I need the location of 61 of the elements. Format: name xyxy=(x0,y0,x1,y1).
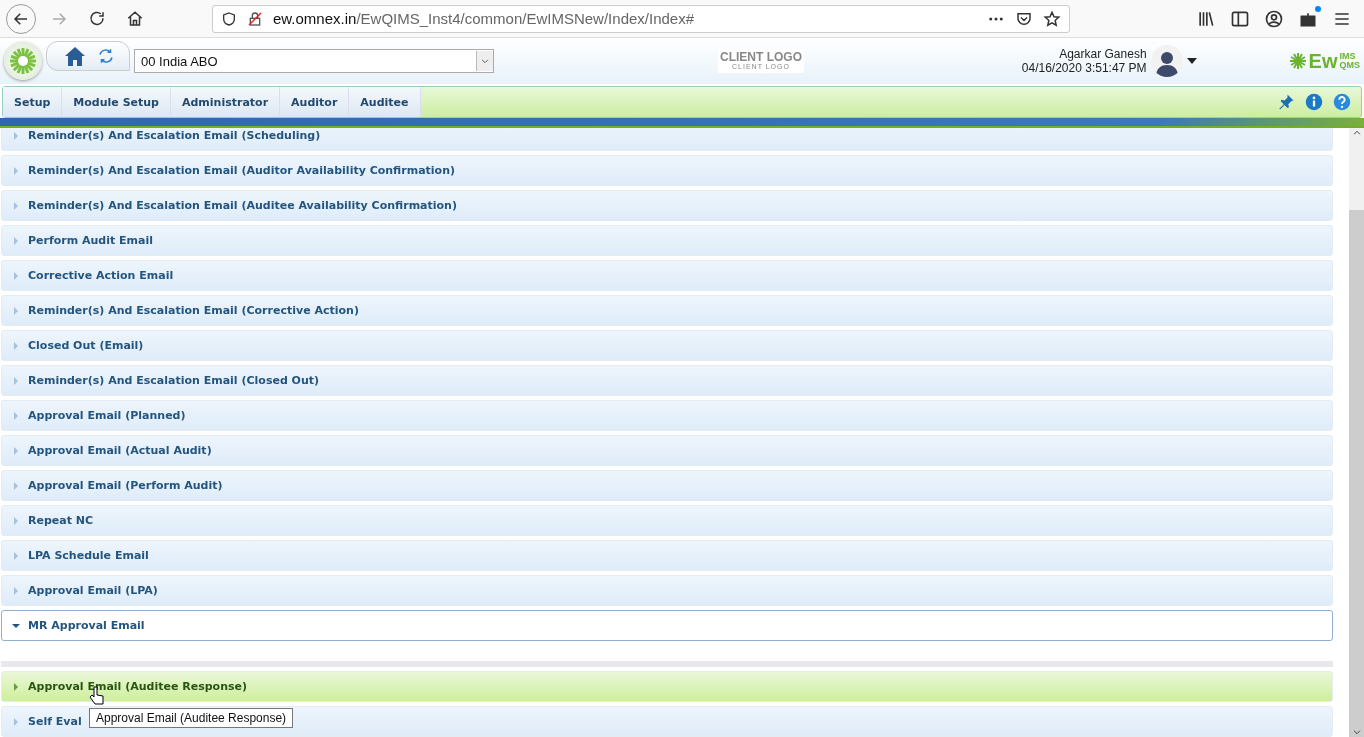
accordion-header[interactable]: Approval Email (Auditee Response) xyxy=(1,671,1333,702)
caret-right-icon xyxy=(12,446,20,455)
scrollbar[interactable] xyxy=(1349,128,1364,737)
home-icon[interactable] xyxy=(63,45,87,67)
caret-right-icon xyxy=(12,166,20,175)
nav-menu-item[interactable]: Auditee xyxy=(349,87,421,117)
caret-right-icon xyxy=(12,271,20,280)
accordion-header[interactable]: Reminder(s) And Escalation Email (Corrective Action) xyxy=(1,295,1333,326)
caret-icon[interactable] xyxy=(1186,58,1197,64)
caret-right-icon xyxy=(12,551,20,560)
user-avatar[interactable] xyxy=(1150,45,1183,77)
url-text: ew.omnex.in/EwQIMS_Inst4/common/EwIMSNew/Index/Index# xyxy=(273,10,696,27)
user-name: Agarkar Ganesh xyxy=(1059,47,1147,61)
nav-menu-item[interactable]: Module Setup xyxy=(62,87,171,117)
refresh-icon[interactable] xyxy=(97,47,115,65)
accordion-header[interactable]: Reminder(s) And Escalation Email (Auditee Availability Confirmation) xyxy=(1,190,1333,221)
tooltip: Approval Email (Auditee Response) xyxy=(89,708,294,728)
accordion-header[interactable]: MR Approval Email xyxy=(1,610,1333,641)
pin-icon[interactable] xyxy=(1277,93,1295,111)
caret-right-icon xyxy=(12,236,20,245)
date-time: 04/16/2020 3:51:47 PM xyxy=(1021,61,1147,75)
accordion-header[interactable]: Approval Email (Planned) xyxy=(1,400,1333,431)
account-icon[interactable] xyxy=(1264,8,1284,29)
nav-menu-item[interactable]: Administrator xyxy=(171,87,281,117)
lock-icon xyxy=(247,10,263,27)
accordion-header[interactable]: Reminder(s) And Escalation Email (Scheduling) xyxy=(1,128,1333,151)
accordion-header[interactable]: Reminder(s) And Escalation Email (Closed Out) xyxy=(1,365,1333,396)
shield-icon xyxy=(221,10,237,27)
caret-right-icon xyxy=(12,131,20,140)
info-icon[interactable] xyxy=(1305,93,1323,111)
caret-right-icon xyxy=(12,717,20,726)
caret-right-icon xyxy=(12,481,20,490)
scroll-up-icon[interactable] xyxy=(1351,128,1362,138)
accordion-header[interactable]: Approval Email (Perform Audit) xyxy=(1,470,1333,501)
star-icon[interactable] xyxy=(1043,9,1061,28)
accordion-header[interactable]: LPA Schedule Email xyxy=(1,540,1333,571)
home-icon xyxy=(126,9,144,28)
reload-icon xyxy=(88,9,106,28)
caret-right-icon xyxy=(12,411,20,420)
nav-menu-item[interactable]: Auditor xyxy=(280,87,350,117)
accordion-header[interactable]: Corrective Action Email xyxy=(1,260,1333,291)
accordion-header[interactable]: Repeat NC xyxy=(1,505,1333,536)
caret-right-icon xyxy=(12,516,20,525)
caret-right-icon xyxy=(12,341,20,350)
caret-right-icon xyxy=(12,306,20,315)
accordion-header[interactable]: Approval Email (LPA) xyxy=(1,575,1333,606)
site-select[interactable]: 00 India ABO xyxy=(134,49,494,73)
caret-right-icon xyxy=(12,682,20,691)
caret-down-icon xyxy=(12,621,20,630)
scroll-down-icon[interactable] xyxy=(1351,727,1362,737)
accordion-header[interactable]: Approval Email (Actual Audit) xyxy=(1,435,1333,466)
nav-menu-item[interactable]: Setup xyxy=(3,87,63,117)
address-bar[interactable]: ew.omnex.in/EwQIMS_Inst4/common/EwIMSNew/Index/Index# xyxy=(212,4,1070,33)
accordion-header[interactable]: Reminder(s) And Escalation Email (Auditor Availability Confirmation) xyxy=(1,155,1333,186)
accordion-header[interactable]: Perform Audit Email xyxy=(1,225,1333,256)
chevron-down-icon xyxy=(480,56,490,66)
caret-right-icon xyxy=(12,586,20,595)
caret-right-icon xyxy=(12,201,20,210)
accordion-header[interactable]: Closed Out (Email) xyxy=(1,330,1333,361)
help-icon[interactable] xyxy=(1333,93,1351,111)
caret-right-icon xyxy=(12,376,20,385)
